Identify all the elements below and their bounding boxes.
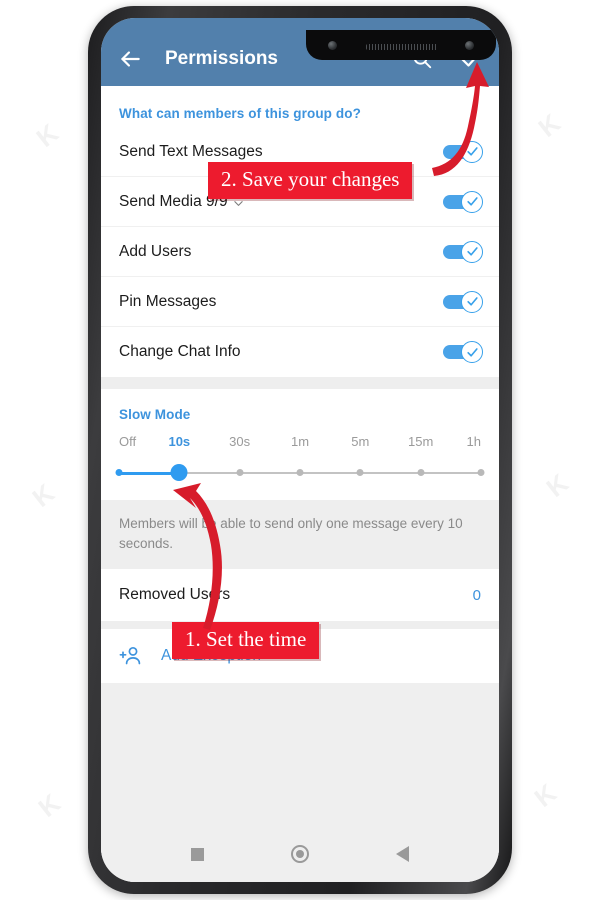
toggle-thumb <box>461 290 483 313</box>
permission-row-add-users[interactable]: Add Users <box>101 227 499 277</box>
watermark: K <box>540 467 575 504</box>
removed-users-count: 0 <box>472 586 481 604</box>
permission-row-pin-messages[interactable]: Pin Messages <box>101 277 499 327</box>
permission-label: Add Users <box>119 242 192 260</box>
slider-tick-dot[interactable] <box>477 469 485 476</box>
slow-mode-card: Slow Mode Off 10s 30s 1m 5m 15m 1h <box>101 389 499 500</box>
slow-mode-tick-label[interactable]: 15m <box>408 434 433 449</box>
permission-toggle[interactable] <box>443 290 483 313</box>
recents-square-icon[interactable] <box>190 847 204 861</box>
back-icon[interactable] <box>117 46 143 72</box>
watermark: K <box>32 787 67 824</box>
slider-tick-dot[interactable] <box>236 469 244 476</box>
add-person-icon <box>119 644 143 668</box>
slider-tick-dot[interactable] <box>296 469 304 476</box>
slow-mode-tick-label[interactable]: Off <box>119 434 136 449</box>
toggle-thumb <box>461 140 483 163</box>
phone-screen: Permissions What can members of this gro… <box>101 18 499 882</box>
slow-mode-tick-label[interactable]: 10s <box>168 434 190 449</box>
removed-users-card: Removed Users 0 <box>101 569 499 622</box>
phone-notch <box>306 30 496 60</box>
slow-mode-title: Slow Mode <box>119 407 191 422</box>
permission-row-change-chat-info[interactable]: Change Chat Info <box>101 327 499 377</box>
permission-label: Pin Messages <box>119 292 217 310</box>
slider-tick-dot[interactable] <box>115 469 123 476</box>
permissions-card: What can members of this group do? Send … <box>101 86 499 377</box>
slow-mode-description: Members will be able to send only one me… <box>101 500 499 570</box>
permission-label: Change Chat Info <box>119 343 241 360</box>
slow-mode-tick-label[interactable]: 1h <box>467 434 481 449</box>
slow-mode-tick-label[interactable]: 1m <box>291 434 309 449</box>
permission-toggle[interactable] <box>443 140 483 163</box>
annotation-step1: 1. Set the time <box>172 622 320 659</box>
slow-mode-tick-label[interactable]: 30s <box>229 434 250 449</box>
slider-thumb[interactable] <box>170 464 188 481</box>
slider-tick-dot[interactable] <box>356 469 364 476</box>
permission-label: Send Text Messages <box>119 142 263 160</box>
annotation-step2: 2. Save your changes <box>208 162 413 199</box>
removed-users-row[interactable]: Removed Users 0 <box>101 569 499 622</box>
permission-toggle[interactable] <box>443 240 483 263</box>
settings-scroll-area[interactable]: What can members of this group do? Send … <box>101 86 499 882</box>
slow-mode-tick-label[interactable]: 5m <box>351 434 369 449</box>
permission-toggle[interactable] <box>443 190 483 213</box>
home-circle-icon[interactable] <box>290 845 309 863</box>
slow-mode-slider[interactable] <box>115 462 485 484</box>
watermark: K <box>30 117 65 154</box>
watermark: K <box>528 777 563 814</box>
front-camera-icon <box>328 41 337 50</box>
screenshot-root: K K K K K K Permissions What can members… <box>0 0 600 900</box>
toggle-thumb <box>461 240 483 263</box>
toggle-thumb <box>461 341 483 363</box>
slow-mode-slider-wrap: Off 10s 30s 1m 5m 15m 1h <box>101 434 499 500</box>
page-title: Permissions <box>165 48 278 69</box>
sensor-icon <box>465 41 474 50</box>
removed-users-label: Removed Users <box>119 586 231 604</box>
section-divider <box>101 377 499 389</box>
permissions-section-title: What can members of this group do? <box>119 106 361 121</box>
android-navigation-bar <box>101 826 499 882</box>
watermark: K <box>26 477 61 514</box>
toggle-thumb <box>461 190 483 213</box>
slow-mode-tick-labels: Off 10s 30s 1m 5m 15m 1h <box>119 434 481 460</box>
speaker-grille <box>366 44 438 50</box>
watermark: K <box>532 107 567 144</box>
back-triangle-icon[interactable] <box>396 846 410 862</box>
slider-tick-dot[interactable] <box>417 469 425 476</box>
permission-toggle[interactable] <box>443 341 483 363</box>
